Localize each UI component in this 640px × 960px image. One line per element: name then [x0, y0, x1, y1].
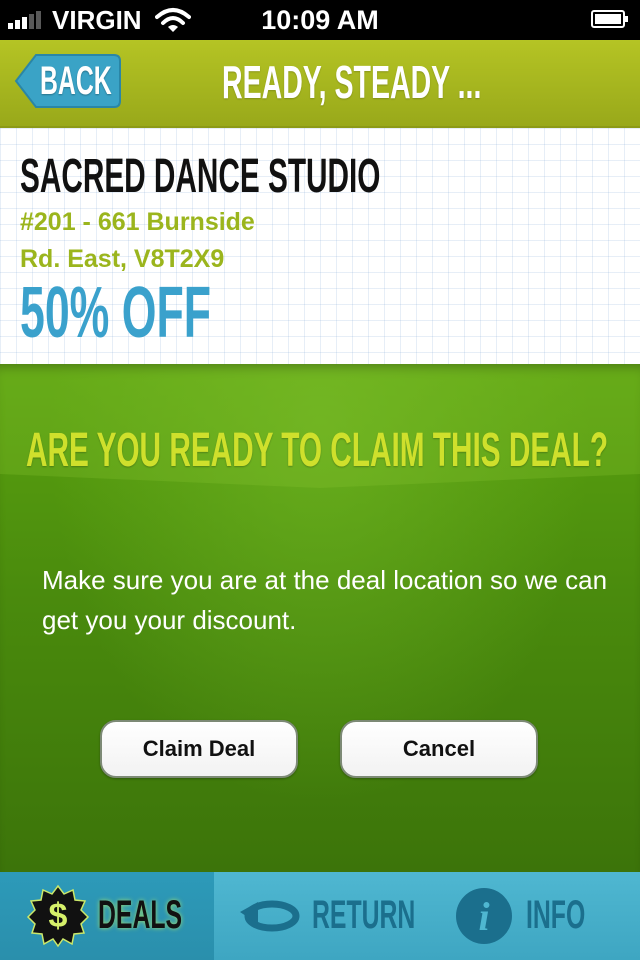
discount-label: 50% OFF — [20, 273, 212, 353]
tab-label-return: RETURN — [312, 893, 416, 937]
back-button[interactable]: BACK — [14, 53, 122, 109]
page-title: READY, STEADY ... — [222, 56, 482, 108]
info-icon: i — [456, 888, 512, 944]
tab-info[interactable]: i INFO — [428, 872, 640, 960]
status-time: 10:09 AM — [261, 5, 379, 35]
claim-question: ARE YOU READY TO CLAIM THIS DEAL? — [26, 424, 609, 477]
svg-text:i: i — [478, 894, 489, 939]
battery-icon — [591, 10, 628, 28]
status-bar: VIRGIN 10:09 AM — [0, 0, 640, 40]
tab-deals[interactable]: $ DEALS — [0, 872, 214, 960]
tab-label-deals: DEALS — [98, 893, 183, 937]
claim-deal-button[interactable]: Claim Deal — [100, 720, 298, 778]
back-label: BACK — [40, 59, 112, 103]
return-arrow-icon — [240, 900, 300, 932]
deal-info-panel: SACRED DANCE STUDIO #201 - 661 Burnside … — [0, 128, 640, 364]
tab-label-info: INFO — [526, 893, 586, 937]
claim-panel: ARE YOU READY TO CLAIM THIS DEAL? Make s… — [0, 364, 640, 872]
tab-return[interactable]: RETURN — [214, 872, 428, 960]
tab-bar: $ DEALS RETURN i INFO — [0, 872, 640, 960]
business-name: SACRED DANCE STUDIO — [20, 150, 381, 203]
claim-message: Make sure you are at the deal location s… — [42, 565, 608, 635]
business-address: #201 - 661 Burnside Rd. East, V8T2X9 — [20, 204, 320, 278]
address-line-1: #201 - 661 Burnside — [20, 208, 255, 236]
dollar-badge-icon: $ — [26, 884, 90, 948]
nav-bar: BACK READY, STEADY ... — [0, 40, 640, 128]
svg-text:$: $ — [49, 897, 68, 935]
cancel-button[interactable]: Cancel — [340, 720, 538, 778]
